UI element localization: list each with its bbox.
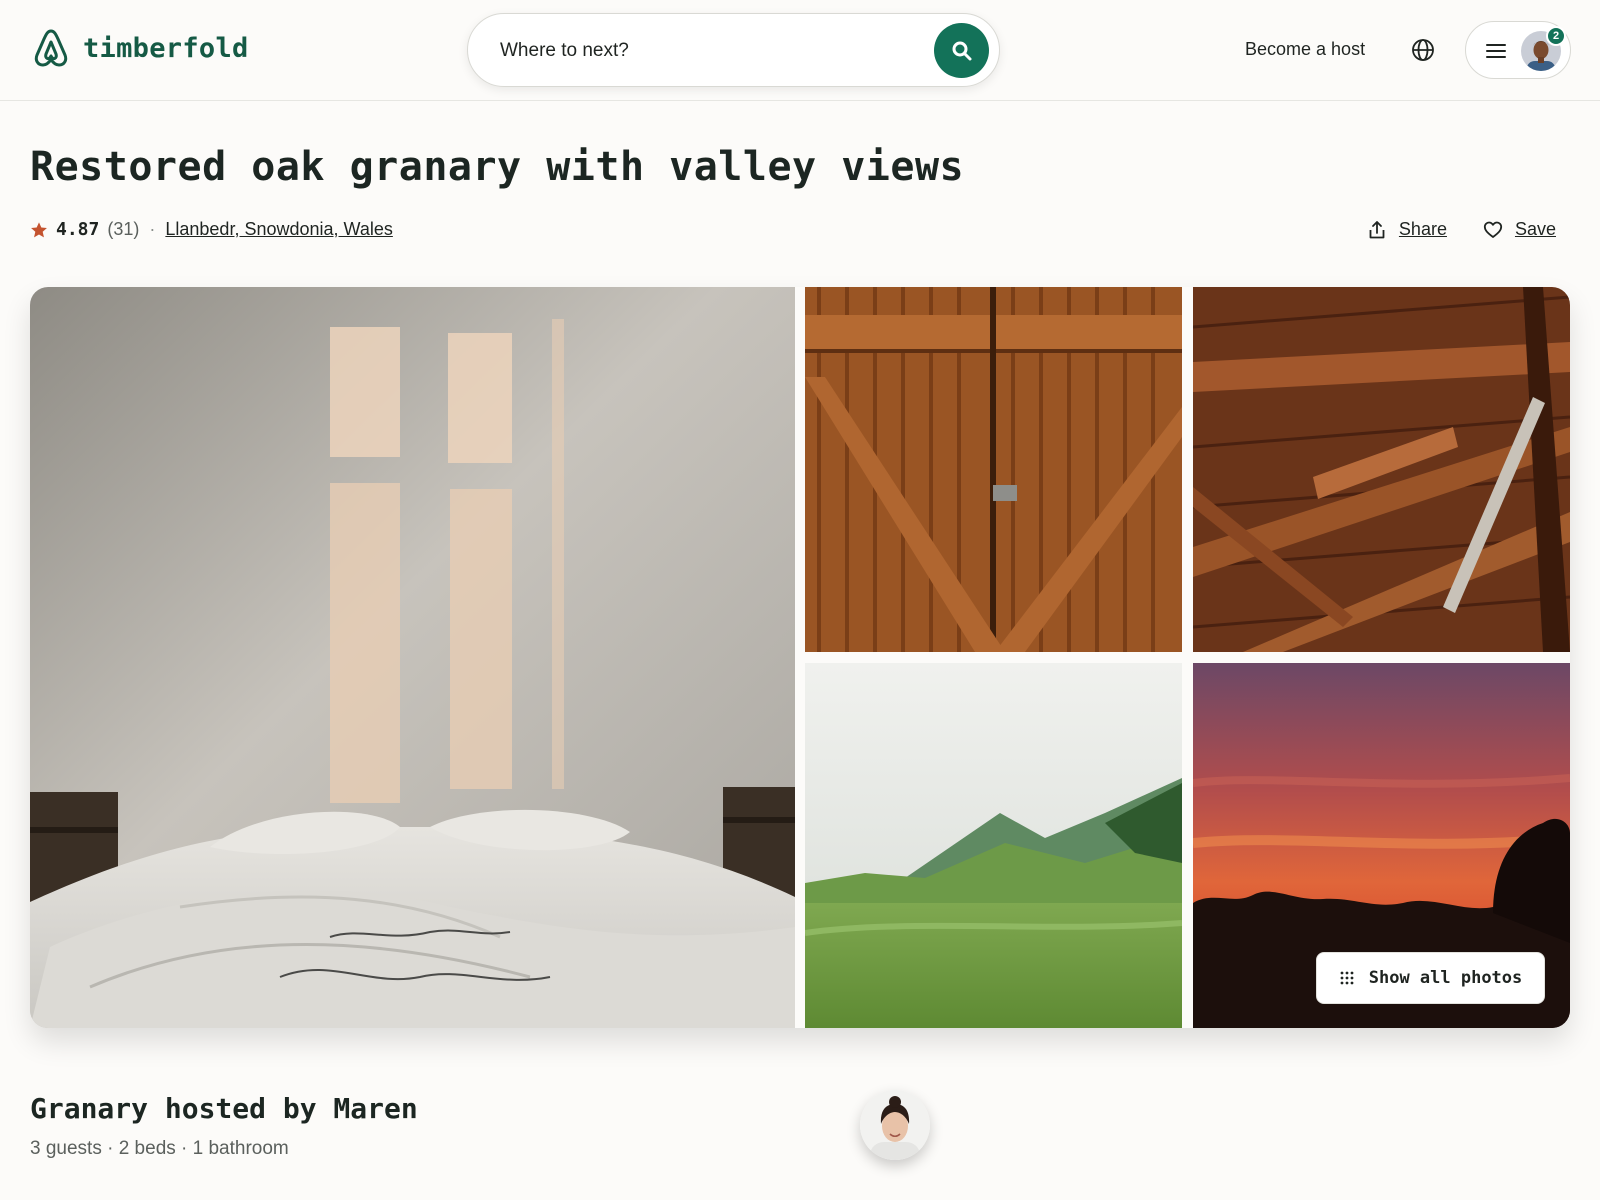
save-button[interactable]: Save: [1483, 219, 1556, 240]
gallery-photo-roof-beams[interactable]: [1193, 287, 1570, 652]
gallery-photo-barn-door[interactable]: [805, 287, 1182, 652]
globe-icon[interactable]: [1411, 38, 1435, 62]
grid-icon: [1340, 971, 1354, 985]
review-count: (31): [107, 219, 140, 239]
heart-icon: [1483, 221, 1503, 238]
top-navigation-bar: timberfold Become a host 2: [0, 0, 1600, 101]
save-label: Save: [1514, 219, 1556, 239]
search-icon: [952, 41, 971, 60]
star-icon: [31, 221, 47, 237]
meta-separator: ·: [149, 219, 156, 239]
photo-gallery: Show all photos: [30, 287, 1570, 1028]
show-all-photos-button[interactable]: Show all photos: [1316, 952, 1545, 1004]
show-all-photos-label: Show all photos: [1368, 968, 1523, 988]
brand-name: timberfold: [83, 32, 249, 64]
brand-logo[interactable]: timberfold: [33, 28, 249, 68]
share-label: Share: [1398, 219, 1447, 239]
hamburger-icon: [1486, 44, 1506, 58]
user-menu-button[interactable]: 2: [1465, 21, 1571, 79]
listing-meta: 4.87 (31) · Llanbedr, Snowdonia, Wales: [30, 219, 393, 240]
logo-icon: [34, 29, 68, 67]
search-input[interactable]: [500, 36, 880, 66]
listing-capacity: 3 guests · 2 beds · 1 bathroom: [30, 1138, 289, 1159]
host-section-title: Granary hosted by Maren: [30, 1092, 418, 1125]
search-bar: [467, 13, 1000, 87]
rating-value: 4.87: [56, 219, 100, 240]
search-button[interactable]: [934, 23, 989, 78]
share-button[interactable]: Share: [1367, 219, 1447, 240]
become-a-host-link[interactable]: Become a host: [1245, 39, 1365, 60]
gallery-photo-green-hills[interactable]: [805, 663, 1182, 1028]
listing-title: Restored oak granary with valley views: [30, 144, 965, 190]
listing-actions: Share Save: [1331, 219, 1556, 240]
gallery-photo-bedroom[interactable]: [30, 287, 795, 1028]
notification-badge: 2: [1546, 26, 1566, 46]
host-avatar[interactable]: [860, 1090, 930, 1160]
location-link[interactable]: Llanbedr, Snowdonia, Wales: [165, 219, 392, 240]
share-icon: [1369, 220, 1385, 238]
